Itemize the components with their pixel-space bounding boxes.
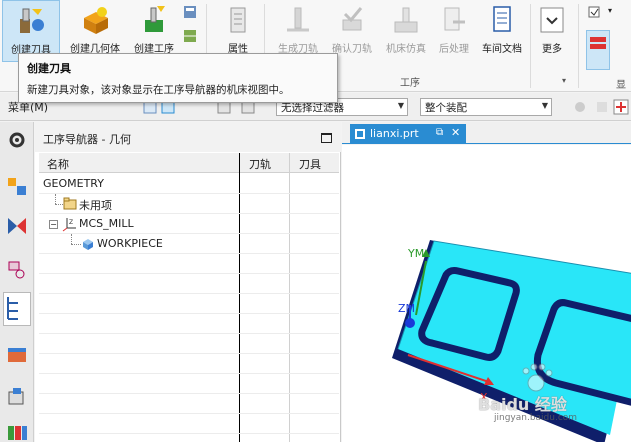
tree-row-label: WORKPIECE [97,237,163,250]
constraint-navigator-icon[interactable] [5,258,29,282]
tree-row-empty [39,274,339,294]
snap-icon[interactable] [572,99,588,115]
operation-navigator: 工序导航器 - 几何 名称 刀轨 刀具 GEOMETRY 未用项 − Z MCS… [35,122,341,442]
shop-doc-label: 车间文档 [482,44,522,55]
part-file-icon [354,128,366,140]
postprocess-icon [439,4,469,36]
chevron-down-icon[interactable]: ▾ [562,76,566,85]
group-label-operation: 工序 [400,78,420,89]
tree-connector [55,204,63,205]
tooltip-title: 创建刀具 [27,62,71,75]
tree-row-empty [39,334,339,354]
part-navigator-icon[interactable] [5,174,29,198]
more-button[interactable]: 更多 [534,0,570,62]
collapse-icon[interactable]: − [49,220,58,229]
axis-label-z: ZM [398,302,416,315]
tree-row-empty [39,294,339,314]
tooltip: 创建刀具 新建刀具对象，该对象显示在工序导航器的机床视图中。 [18,53,338,103]
tree-connector [55,194,56,204]
tab-label: lianxi.prt [370,127,419,140]
tree-row-label: MCS_MILL [79,217,134,230]
tree-row-empty [39,254,339,274]
navigator-header: 名称 刀轨 刀具 [39,153,339,173]
tree-row-empty [39,394,339,414]
small-tool-icon[interactable] [182,4,200,20]
shop-doc-button[interactable]: 车间文档 [476,0,528,62]
watermark-url: jingyan.baidu.com [494,413,578,423]
verify-toolpath-icon [337,4,367,36]
tree-row[interactable]: − Z MCS_MILL [39,214,339,234]
tree-row-empty [39,374,339,394]
assembly-filter-value: 整个装配 [425,102,467,114]
navigator-title: 工序导航器 - 几何 [35,122,341,152]
tab-lianxi-prt[interactable]: lianxi.prt ⧉ ✕ [350,124,466,144]
generate-toolpath-icon [283,4,313,36]
shop-doc-icon [487,4,517,36]
tree-row[interactable]: 未用项 [39,194,339,214]
operation-create-icon [139,4,169,36]
snap-icon[interactable] [594,99,610,115]
tree-row-empty [39,414,339,434]
column-header-tool[interactable]: 刀具 [299,156,321,172]
display-toggle-button[interactable] [586,30,610,70]
graphics-tab-bar: lianxi.prt ⧉ ✕ [342,122,631,144]
assembly-navigator-icon[interactable] [5,214,29,238]
chevron-down-icon: ▼ [541,101,548,110]
ribbon-separator [578,4,579,88]
column-header-name[interactable]: 名称 [47,156,69,172]
tooltip-body: 新建刀具对象，该对象显示在工序导航器的机床视图中。 [27,84,290,96]
tree-row[interactable]: WORKPIECE [39,234,339,254]
column-header-toolpath[interactable]: 刀轨 [249,156,271,172]
ribbon-separator [530,4,531,88]
chevron-down-icon: ▼ [397,101,404,110]
snap-point-icon[interactable] [613,99,629,115]
resource-bar [0,122,34,442]
more-label: 更多 [542,44,562,55]
tree-row[interactable]: GEOMETRY [39,174,339,194]
operation-navigator-icon[interactable] [3,292,31,326]
machining-feature-navigator-icon[interactable] [5,384,29,408]
history-icon[interactable] [5,422,29,442]
maximize-icon[interactable] [321,133,332,143]
tool-create-icon [16,5,46,37]
tree-row-empty [39,314,339,334]
postprocess-label: 后处理 [439,44,469,55]
undock-icon[interactable]: ⧉ [436,127,443,138]
nx-cam-window: 创建刀具 创建几何体 创建工序 属性 生成刀轨 确认刀轨 机床仿真 后处理 车间… [0,0,631,442]
small-grid-icon[interactable] [182,28,200,44]
mcs-icon: Z [61,216,77,232]
tree-row-label: GEOMETRY [43,177,104,190]
svg-text:Z: Z [69,219,73,226]
checkbox-icon[interactable] [588,6,604,20]
assembly-filter-select[interactable]: 整个装配 ▼ [420,98,552,116]
display-grid-icon [588,35,608,51]
postprocess-button[interactable]: 后处理 [432,0,476,62]
group-label-display: 显 [616,80,626,91]
gear-icon[interactable] [5,128,29,152]
graphics-viewport[interactable]: YM ZM X Baidu 经验 jingyan.baidu.com [342,145,631,442]
tree-row-label: 未用项 [79,199,112,212]
tree-connector [71,244,81,245]
machine-tool-navigator-icon[interactable] [5,342,29,366]
folder-icon [63,197,77,210]
type-filter-value: 无选择过滤器 [281,102,344,114]
close-icon[interactable]: ✕ [451,126,460,139]
tree-connector [71,234,72,244]
machine-sim-button[interactable]: 机床仿真 [380,0,432,62]
workpiece-icon [81,237,95,251]
verify-toolpath-label: 确认刀轨 [332,44,372,55]
axis-label-y: YM [408,247,425,260]
machine-sim-icon [391,4,421,36]
tree-row-empty [39,354,339,374]
more-icon [537,4,567,36]
watermark-text: Baidu 经验 [478,395,567,414]
geometry-create-icon [80,4,110,36]
chevron-down-icon[interactable]: ▾ [608,6,612,15]
properties-icon [223,4,253,36]
machine-sim-label: 机床仿真 [386,44,426,55]
